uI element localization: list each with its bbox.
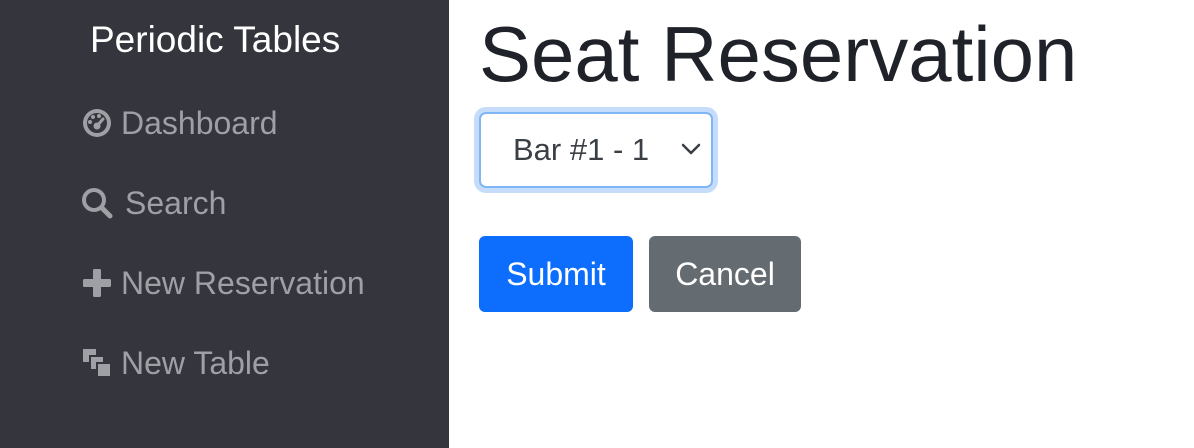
sidebar: Periodic Tables Dashboard Search New Res… <box>0 0 449 448</box>
sidebar-item-search[interactable]: Search <box>80 183 226 223</box>
page-title: Seat Reservation <box>479 10 1078 98</box>
main-content: Seat Reservation Bar #1 - 1 Bar #1 - 1 S… <box>449 0 1194 448</box>
brand-title[interactable]: Periodic Tables <box>90 19 340 61</box>
sidebar-item-new-table[interactable]: New Table <box>80 343 270 383</box>
sidebar-item-label: New Table <box>121 344 270 381</box>
sidebar-item-new-reservation[interactable]: New Reservation <box>80 263 365 303</box>
dashboard-icon <box>80 106 114 140</box>
sidebar-item-dashboard[interactable]: Dashboard <box>80 103 278 143</box>
sidebar-item-label: Dashboard <box>121 104 278 141</box>
submit-button[interactable]: Submit <box>479 236 633 312</box>
sidebar-item-label: Search <box>125 184 227 221</box>
sidebar-item-label: New Reservation <box>121 264 365 301</box>
layers-icon <box>80 346 114 380</box>
cancel-button[interactable]: Cancel <box>649 236 801 312</box>
plus-icon <box>80 266 114 300</box>
app: Periodic Tables Dashboard Search New Res… <box>0 0 1194 448</box>
table-select[interactable]: Bar #1 - 1 Bar #1 - 1 <box>479 112 713 188</box>
search-icon <box>80 186 114 220</box>
